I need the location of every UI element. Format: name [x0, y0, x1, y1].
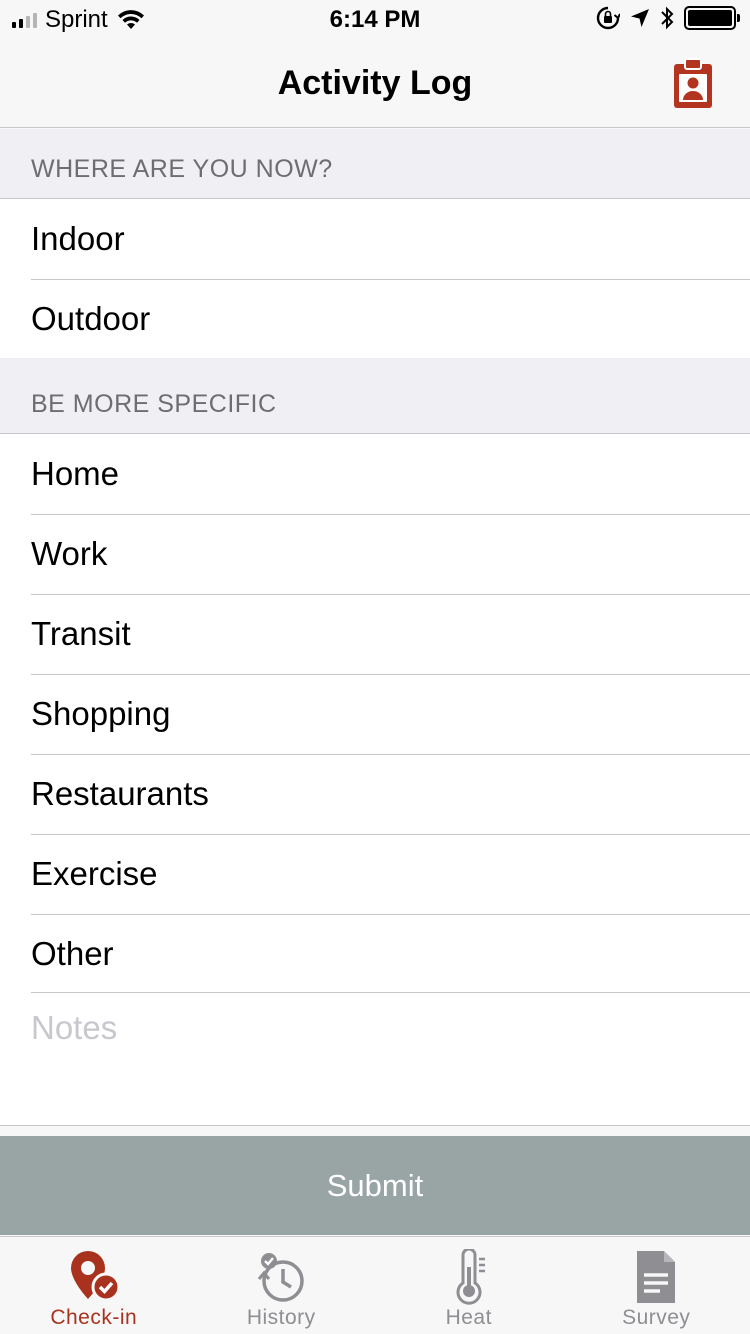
tab-label: Survey — [622, 1306, 691, 1329]
page-title: Activity Log — [277, 64, 473, 102]
list-item-outdoor[interactable]: Outdoor — [0, 279, 750, 359]
list-item-exercise[interactable]: Exercise — [0, 834, 750, 914]
list-item-work[interactable]: Work — [0, 514, 750, 594]
tab-heat[interactable]: Heat — [375, 1237, 563, 1334]
navigation-bar: Activity Log — [0, 40, 750, 128]
tab-label: History — [246, 1306, 316, 1329]
status-bar: Sprint 6:14 PM — [0, 0, 750, 40]
document-icon — [637, 1251, 676, 1303]
tab-label: Heat — [445, 1306, 492, 1329]
submit-button[interactable]: Submit — [0, 1136, 750, 1235]
section-header-specific: BE MORE SPECIFIC — [0, 358, 750, 433]
list-item-transit[interactable]: Transit — [0, 594, 750, 674]
list-item-indoor[interactable]: Indoor — [0, 199, 750, 279]
rotation-lock-icon — [596, 6, 620, 30]
contact-badge-icon[interactable] — [672, 58, 714, 110]
list-item-restaurants[interactable]: Restaurants — [0, 754, 750, 834]
specific-list: Home Work Transit Shopping Restaurants E… — [0, 433, 750, 994]
tab-history[interactable]: History — [188, 1237, 376, 1334]
list-item-other[interactable]: Other — [0, 914, 750, 994]
status-right — [596, 6, 740, 30]
bluetooth-icon — [661, 6, 674, 30]
battery-icon — [684, 6, 740, 30]
tab-survey[interactable]: Survey — [563, 1237, 750, 1334]
notes-area — [0, 992, 750, 1126]
section-header-location: WHERE ARE YOU NOW? — [0, 129, 750, 198]
location-arrow-icon — [631, 9, 649, 27]
notes-input[interactable] — [31, 1009, 721, 1047]
tab-label: Check-in — [50, 1306, 138, 1329]
clock-history-icon — [258, 1253, 304, 1302]
map-pin-check-icon — [70, 1251, 121, 1302]
list-item-shopping[interactable]: Shopping — [0, 674, 750, 754]
thermometer-icon — [456, 1249, 485, 1305]
list-item-home[interactable]: Home — [0, 434, 750, 514]
divider — [31, 992, 750, 993]
tab-check-in[interactable]: Check-in — [0, 1237, 188, 1334]
location-list: Indoor Outdoor — [0, 198, 750, 360]
tab-bar: Check-in History Heat Survey — [0, 1236, 750, 1334]
